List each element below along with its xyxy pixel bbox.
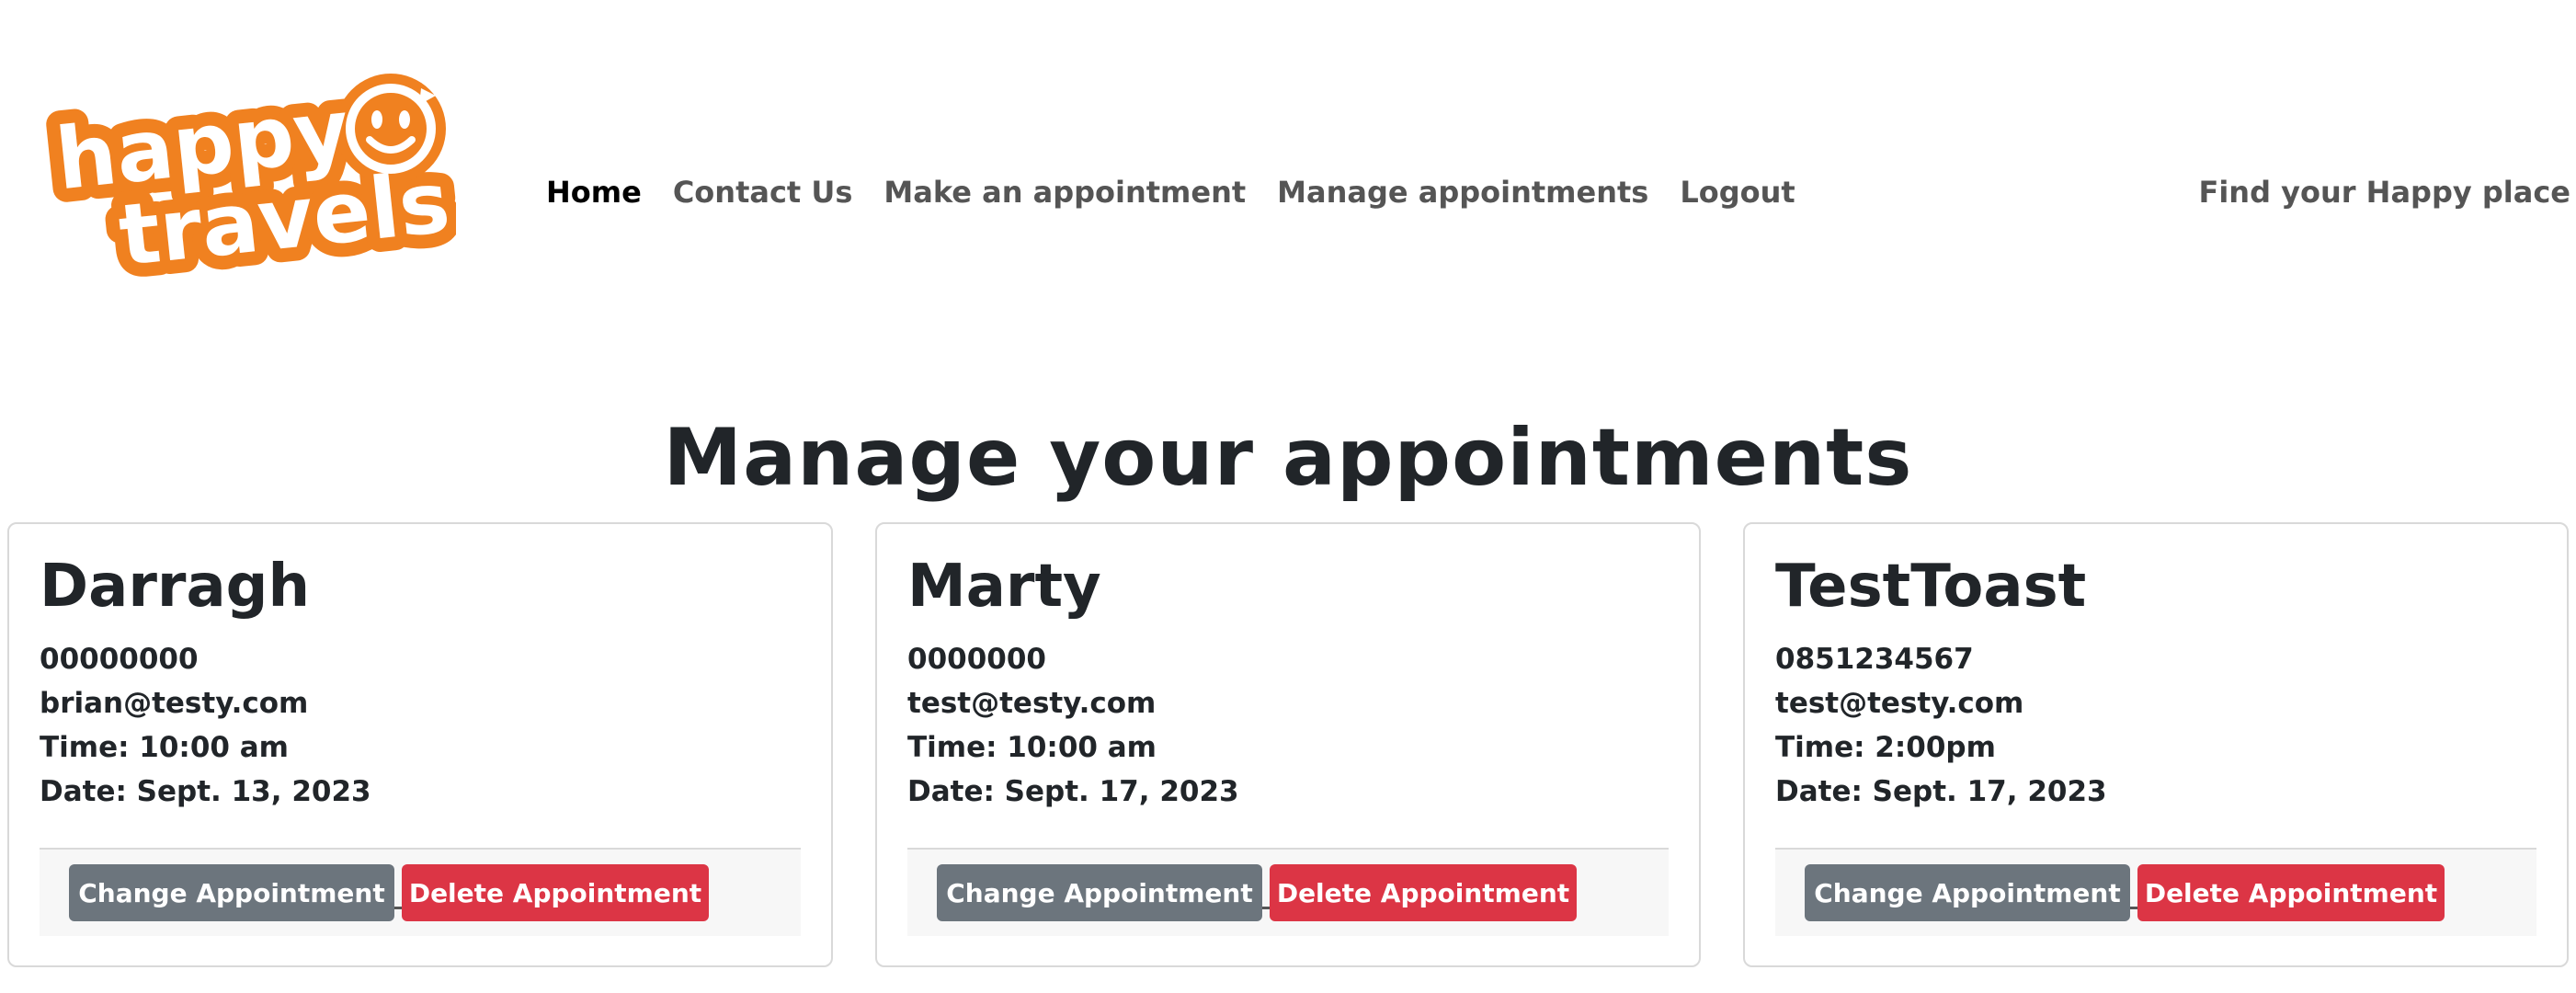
appointments-list: Darragh 00000000 brian@testy.com Time: 1… bbox=[7, 522, 2569, 967]
nav-manage-appointments-link[interactable]: Manage appointments bbox=[1277, 175, 1648, 210]
card-footer: Change Appointment Delete Appointment bbox=[907, 848, 1669, 936]
card-body: Marty 0000000 test@testy.com Time: 10:00… bbox=[907, 552, 1669, 814]
nav-logout-link[interactable]: Logout bbox=[1680, 175, 1795, 210]
change-appointment-button[interactable]: Change Appointment bbox=[69, 864, 394, 921]
card-body: Darragh 00000000 brian@testy.com Time: 1… bbox=[40, 552, 801, 814]
page-title: Manage your appointments bbox=[663, 412, 1913, 504]
card-footer: Change Appointment Delete Appointment bbox=[1775, 848, 2536, 936]
nav-make-appointment-link[interactable]: Make an appointment bbox=[883, 175, 1246, 210]
change-appointment-button[interactable]: Change Appointment bbox=[1805, 864, 2130, 921]
appointment-name: TestToast bbox=[1775, 553, 2087, 621]
appointment-card: TestToast 0851234567 test@testy.com Time… bbox=[1743, 522, 2569, 967]
nav-contact-link[interactable]: Contact Us bbox=[673, 175, 853, 210]
appointment-card: Marty 0000000 test@testy.com Time: 10:00… bbox=[875, 522, 1701, 967]
delete-appointment-button[interactable]: Delete Appointment bbox=[402, 864, 709, 921]
delete-appointment-button[interactable]: Delete Appointment bbox=[2137, 864, 2445, 921]
appointment-phone: 0000000 bbox=[907, 642, 1046, 676]
delete-appointment-button[interactable]: Delete Appointment bbox=[1270, 864, 1577, 921]
change-appointment-button[interactable]: Change Appointment bbox=[937, 864, 1262, 921]
appointment-phone: 0851234567 bbox=[1775, 642, 1974, 676]
appointment-time: Time: 10:00 am bbox=[40, 730, 289, 764]
button-divider bbox=[394, 907, 402, 909]
appointment-card: Darragh 00000000 brian@testy.com Time: 1… bbox=[7, 522, 833, 967]
navbar: happy travels happy travels Home Contact… bbox=[0, 0, 2576, 382]
nav-home-link[interactable]: Home bbox=[546, 175, 642, 210]
card-footer: Change Appointment Delete Appointment bbox=[40, 848, 801, 936]
main-nav: Home Contact Us Make an appointment Mana… bbox=[546, 171, 1827, 213]
tagline: Find your Happy place bbox=[2198, 175, 2570, 210]
appointment-email: test@testy.com bbox=[1775, 686, 2024, 720]
appointment-date: Date: Sept. 17, 2023 bbox=[907, 774, 1239, 808]
button-divider bbox=[2130, 907, 2137, 909]
card-body: TestToast 0851234567 test@testy.com Time… bbox=[1775, 552, 2536, 814]
appointment-time: Time: 2:00pm bbox=[1775, 730, 1996, 764]
appointment-date: Date: Sept. 17, 2023 bbox=[1775, 774, 2107, 808]
happy-travels-logo[interactable]: happy travels happy travels bbox=[38, 63, 468, 300]
appointment-time: Time: 10:00 am bbox=[907, 730, 1157, 764]
button-divider bbox=[1262, 907, 1270, 909]
appointment-name: Marty bbox=[907, 553, 1101, 621]
appointment-name: Darragh bbox=[40, 553, 310, 621]
appointment-phone: 00000000 bbox=[40, 642, 199, 676]
appointment-email: brian@testy.com bbox=[40, 686, 309, 720]
appointment-email: test@testy.com bbox=[907, 686, 1157, 720]
smiley-face-icon: happy travels happy travels bbox=[38, 67, 468, 300]
appointment-date: Date: Sept. 13, 2023 bbox=[40, 774, 371, 808]
